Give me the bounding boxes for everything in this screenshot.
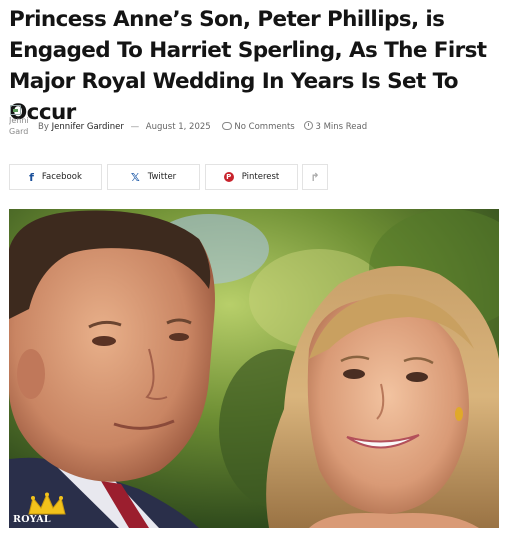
author-avatar[interactable]: Jenni Gard — [9, 104, 33, 144]
publish-date: August 1, 2025 — [145, 122, 211, 132]
author-link[interactable]: Jennifer Gardiner — [52, 122, 124, 132]
watermark-text: ROYAL — [13, 514, 51, 525]
clock-icon — [304, 121, 314, 130]
share-pinterest-button[interactable]: P Pinterest — [205, 164, 298, 190]
facebook-label: Facebook — [41, 172, 82, 182]
share-more-button[interactable]: ↱ — [302, 164, 328, 190]
comments-count: No Comments — [234, 122, 295, 132]
share-facebook-button[interactable]: f Facebook — [9, 164, 102, 190]
featured-photo — [9, 209, 499, 528]
avatar-alt-text: Jenni Gard — [9, 116, 29, 136]
byline: By Jennifer Gardiner — August 1, 2025 No… — [38, 121, 367, 132]
comments-link[interactable]: No Comments — [222, 122, 295, 132]
share-twitter-button[interactable]: 𝕏 Twitter — [107, 164, 200, 190]
by-label: By — [38, 122, 49, 132]
facebook-icon: f — [29, 170, 34, 184]
article-meta: Jenni Gard By Jennifer Gardiner — August… — [9, 104, 501, 144]
comment-icon — [222, 122, 233, 130]
pinterest-icon: P — [223, 172, 234, 182]
share-arrow-icon: ↱ — [310, 170, 320, 184]
broken-image-icon — [9, 104, 21, 115]
pinterest-label: Pinterest — [241, 172, 280, 182]
featured-image: ROYAL — [9, 209, 499, 528]
share-bar: f Facebook 𝕏 Twitter P Pinterest ↱ — [9, 164, 329, 192]
x-icon: 𝕏 — [130, 170, 140, 184]
read-time: 3 Mins Read — [315, 122, 368, 132]
twitter-label: Twitter — [147, 172, 177, 182]
byline-separator: — — [130, 122, 140, 132]
